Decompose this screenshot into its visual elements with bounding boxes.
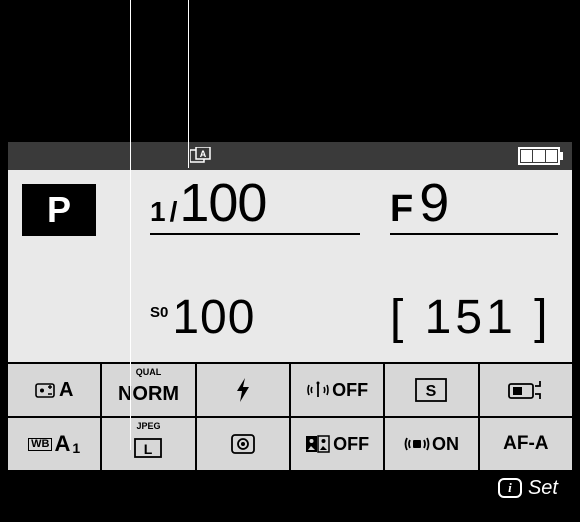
- flash-cell[interactable]: [197, 364, 289, 416]
- picture-control-icon: A: [190, 147, 218, 165]
- wireless-icon: [306, 380, 330, 400]
- af-mode-cell[interactable]: AF-A: [480, 418, 572, 470]
- status-bar: A: [8, 142, 572, 170]
- shutter-speed: 1 / 100: [150, 176, 360, 235]
- bracket-icon: [507, 378, 545, 402]
- settings-grid: A QUAL NORM: [8, 364, 572, 470]
- iset-bar: i Set: [8, 470, 572, 506]
- main-display: P 1 / 100 F 9 S0 100 [ 151 ]: [8, 170, 572, 364]
- exposure-comp-cell[interactable]: A: [8, 364, 100, 416]
- vr-icon: [404, 433, 430, 455]
- svg-text:S: S: [426, 383, 437, 400]
- exposure-comp-icon: [35, 381, 57, 399]
- vr-cell[interactable]: ON: [385, 418, 477, 470]
- af-area-icon: S: [414, 377, 448, 403]
- shots-remaining: [ 151 ]: [390, 290, 558, 345]
- image-quality-cell[interactable]: QUAL NORM: [102, 364, 194, 416]
- active-d-cell[interactable]: OFF: [291, 418, 383, 470]
- image-size-cell[interactable]: JPEG L: [102, 418, 194, 470]
- i-icon: i: [498, 478, 522, 498]
- size-l-icon: L: [133, 437, 163, 459]
- metering-cell[interactable]: [197, 418, 289, 470]
- white-balance-cell[interactable]: WB A1: [8, 418, 100, 470]
- iso-value: S0 100: [150, 290, 360, 345]
- aperture: F 9: [390, 176, 558, 235]
- battery-icon: [518, 147, 560, 165]
- shooting-mode: P: [22, 184, 96, 236]
- flash-icon: [232, 376, 254, 404]
- metering-icon: [228, 431, 258, 457]
- wireless-cell[interactable]: OFF: [291, 364, 383, 416]
- svg-text:A: A: [200, 149, 207, 159]
- bracket-cell[interactable]: [480, 364, 572, 416]
- active-d-icon: [305, 434, 331, 454]
- wb-icon: WB: [28, 438, 52, 451]
- iset-button[interactable]: i Set: [498, 477, 558, 500]
- af-area-cell[interactable]: S: [385, 364, 477, 416]
- svg-text:L: L: [144, 441, 153, 457]
